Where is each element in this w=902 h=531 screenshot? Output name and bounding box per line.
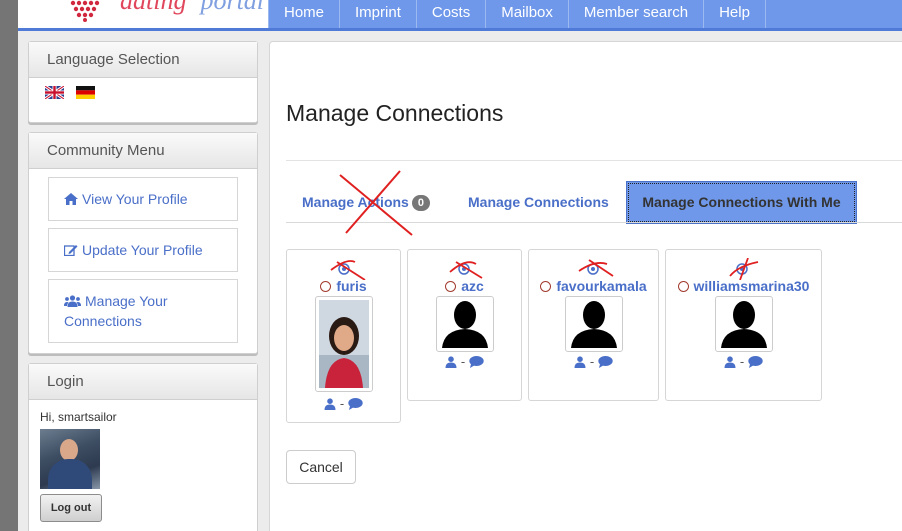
connection-card: favourkamala - [528,249,659,401]
connection-name[interactable]: azc [408,278,521,294]
select-radio[interactable] [320,281,332,292]
profile-photo-placeholder[interactable] [565,296,623,352]
community-menu-title: Community Menu [29,133,257,169]
connection-name[interactable]: williamsmarina30 [666,278,821,294]
page-title: Manage Connections [286,100,504,126]
connection-name-text: azc [461,278,484,294]
profile-photo-placeholder[interactable] [436,296,494,352]
community-menu-panel: Community Menu View Your Profile Update … [28,132,258,354]
left-edge-strip [0,0,18,531]
action-separator: - [339,396,345,411]
language-panel: Language Selection [28,41,258,123]
germany-flag-icon[interactable] [76,86,95,99]
nav-costs[interactable]: Costs [417,0,487,28]
site-logo[interactable]: dating portal [18,0,268,28]
strike-annotation [449,261,483,279]
user-silhouette-icon [721,301,767,348]
uk-flag-icon[interactable] [45,86,64,99]
profile-photo-placeholder[interactable] [715,296,773,352]
strike-annotation [330,260,366,280]
home-icon [64,193,78,205]
profile-user-icon[interactable] [574,356,586,368]
logo-text: dating portal [120,0,264,16]
main-navbar: Home Imprint Costs Mailbox Member search… [268,0,902,28]
connection-name-text: williamsmarina30 [693,278,810,294]
strike-annotation [729,258,759,280]
tab-manage-connections-with-me[interactable]: Manage Connections With Me [626,181,857,224]
select-radio[interactable] [677,281,689,292]
tab-manage-actions-label: Manage Actions [302,194,409,210]
navbar-underline [18,28,902,31]
logo-heart-icon [70,0,100,22]
action-separator: - [460,354,466,369]
strike-annotation [578,259,614,277]
connection-card: williamsmarina30 - [665,249,822,401]
action-separator: - [589,354,595,369]
connection-name[interactable]: furis [287,278,400,294]
language-panel-title: Language Selection [29,42,257,78]
connection-name[interactable]: favourkamala [529,278,658,294]
actions-count-badge: 0 [411,195,430,211]
nav-help[interactable]: Help [704,0,766,28]
update-profile-label: Update Your Profile [82,242,203,258]
main-content: Manage Connections Manage Actions 0 Manag… [269,41,902,531]
connection-card: azc - [407,249,522,401]
connection-name-text: favourkamala [556,278,647,294]
tabs-divider [286,222,902,223]
select-radio[interactable] [540,281,552,292]
nav-imprint[interactable]: Imprint [340,0,417,28]
view-profile-label: View Your Profile [82,191,188,207]
profile-user-icon[interactable] [324,398,336,410]
nav-member-search[interactable]: Member search [569,0,705,28]
logo-word-dating: dating [120,0,187,15]
profile-photo-image [319,300,369,388]
login-panel-title: Login [29,364,257,400]
profile-photo[interactable] [315,296,373,392]
nav-mailbox[interactable]: Mailbox [486,0,569,28]
user-silhouette-icon [571,301,617,348]
manage-connections-menu-button[interactable]: Manage Your Connections [48,279,238,343]
tab-manage-actions[interactable]: Manage Actions 0 [302,194,430,211]
card-actions: - [287,396,400,411]
cancel-button[interactable]: Cancel [286,450,356,484]
message-icon[interactable] [748,356,763,368]
users-icon [64,295,81,307]
profile-user-icon[interactable] [724,356,736,368]
select-radio[interactable] [445,281,457,292]
connection-name-text: furis [336,278,367,294]
action-separator: - [739,354,745,369]
logo-word-portal: portal [200,0,265,15]
message-icon[interactable] [598,356,613,368]
logout-button[interactable]: Log out [40,494,102,522]
edit-icon [64,245,78,256]
login-greeting: Hi, smartsailor [40,410,117,424]
avatar[interactable] [40,429,100,489]
card-actions: - [666,354,821,369]
connection-card: furis - [286,249,401,423]
view-profile-button[interactable]: View Your Profile [48,177,238,221]
message-icon[interactable] [469,356,484,368]
profile-user-icon[interactable] [445,356,457,368]
card-actions: - [529,354,658,369]
title-divider [286,160,902,161]
card-actions: - [408,354,521,369]
message-icon[interactable] [348,398,363,410]
user-silhouette-icon [442,301,488,348]
tab-manage-connections[interactable]: Manage Connections [468,194,609,210]
nav-home[interactable]: Home [268,0,341,28]
update-profile-button[interactable]: Update Your Profile [48,228,238,272]
login-panel: Login Hi, smartsailor Log out [28,363,258,531]
